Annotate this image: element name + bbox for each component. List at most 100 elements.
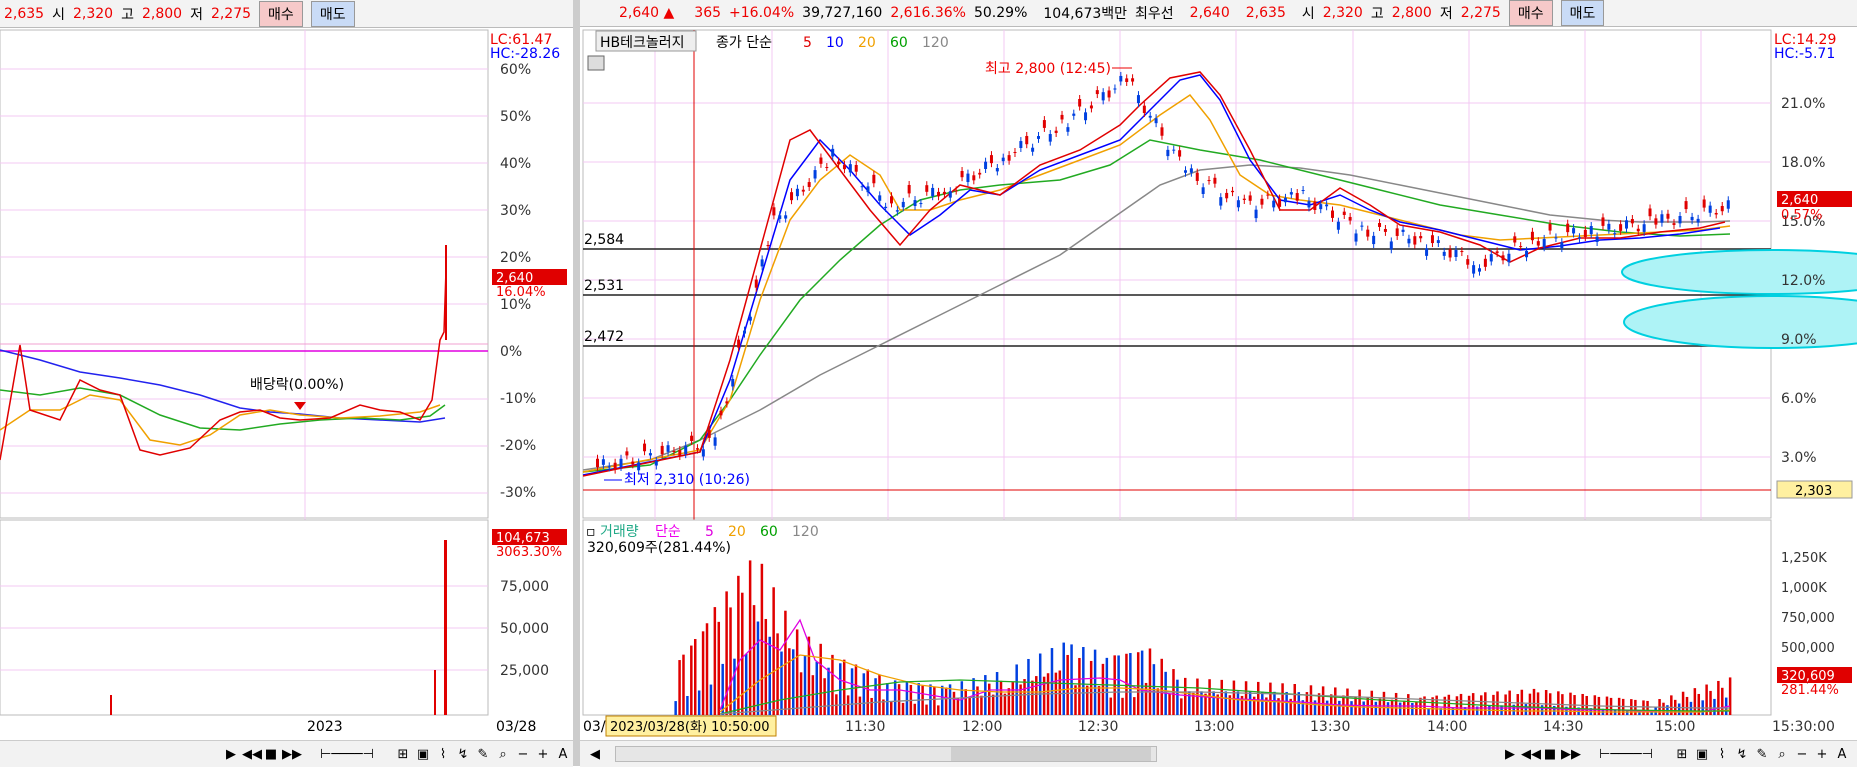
candle <box>937 191 941 197</box>
candle <box>813 170 817 179</box>
zoom-out-icon[interactable]: − <box>1793 747 1811 762</box>
window-icon[interactable]: ▣ <box>1693 747 1711 762</box>
zoom-out-icon[interactable]: − <box>514 747 532 762</box>
rewind-icon[interactable]: ◀◀ <box>1521 747 1541 762</box>
candle <box>772 207 776 216</box>
volume-bar <box>1504 694 1507 715</box>
volume-bar <box>858 696 862 715</box>
chart-type-icon[interactable]: ⌇ <box>434 747 452 762</box>
candle <box>1466 259 1470 265</box>
indicator-icon[interactable]: ↯ <box>1733 747 1751 762</box>
volume-bar <box>1121 697 1124 715</box>
volume-bar <box>901 702 905 715</box>
layout-icon[interactable]: ⊞ <box>1673 747 1691 762</box>
candle <box>960 171 964 178</box>
volume-bar <box>1144 682 1148 715</box>
volume-bar <box>1133 697 1136 715</box>
candle <box>713 437 717 446</box>
right-price-tag-text: 2,640 <box>1781 193 1818 208</box>
candle <box>601 459 605 465</box>
candle <box>1442 251 1446 256</box>
best-label: 최우선 <box>1135 6 1174 22</box>
candle <box>607 466 611 468</box>
volume-bar <box>1168 693 1171 715</box>
candle <box>1489 254 1493 262</box>
candle <box>907 184 911 194</box>
fast-forward-icon[interactable]: ▶▶ <box>282 747 302 762</box>
candle <box>825 167 829 169</box>
search-icon[interactable]: ⌕ <box>1773 747 1791 762</box>
scroll-left-icon[interactable]: ◀ <box>586 747 604 762</box>
right-volume: 39,727,160 <box>802 5 883 21</box>
right-bottom-toolbar: ◀ ▶ ◀◀ ■ ▶▶ ⊢────⊣ ⊞ ▣ ⌇ ↯ ✎ ⌕ − + A <box>580 740 1857 767</box>
candle <box>707 429 711 438</box>
search-icon[interactable]: ⌕ <box>494 747 512 762</box>
volume-bar <box>842 659 846 715</box>
stop-icon[interactable]: ■ <box>262 747 280 762</box>
volume-bar <box>803 655 807 715</box>
stop-icon[interactable]: ■ <box>1541 747 1559 762</box>
volume-title: 거래량 <box>600 524 639 540</box>
candle <box>1583 229 1587 238</box>
right-open-label: 시 <box>1301 6 1315 22</box>
chart-type-icon[interactable]: ⌇ <box>1713 747 1731 762</box>
level-label-2: 2,531 <box>584 278 624 294</box>
left-volume-tag-text: 104,673 <box>496 531 550 546</box>
candle <box>1178 150 1182 157</box>
candle <box>819 157 823 164</box>
candle <box>995 167 999 172</box>
time-tick: 14:00 <box>1427 719 1467 735</box>
volume-bar <box>897 684 901 715</box>
volume-bar <box>1232 680 1236 715</box>
candle <box>1037 136 1040 139</box>
grid-toggle-icon[interactable] <box>587 55 605 71</box>
candle <box>1513 236 1517 243</box>
zoom-in-icon[interactable]: + <box>1813 747 1831 762</box>
volume-bar <box>1484 692 1487 715</box>
scroll-right-icon[interactable]: ▶ <box>222 747 240 762</box>
candle <box>743 330 746 334</box>
indicator-icon[interactable]: ↯ <box>454 747 472 762</box>
scroll-right-icon[interactable]: ▶ <box>1501 747 1519 762</box>
candle <box>966 173 970 183</box>
volume-bar <box>1074 685 1077 715</box>
period-slider-icon[interactable]: ⊢────⊣ <box>302 747 392 762</box>
horizontal-scrollbar[interactable] <box>615 746 1157 762</box>
fast-forward-icon[interactable]: ▶▶ <box>1561 747 1581 762</box>
font-icon[interactable]: A <box>1833 747 1851 762</box>
left-volume-tick: 50,000 <box>500 621 549 637</box>
volume-bar <box>1093 649 1097 715</box>
layout-icon[interactable]: ⊞ <box>394 747 412 762</box>
candle <box>878 195 882 201</box>
candle <box>1060 114 1064 120</box>
candle <box>1472 265 1476 274</box>
level-label-1: 2,584 <box>584 232 624 248</box>
zoom-in-icon[interactable]: + <box>534 747 552 762</box>
rewind-icon[interactable]: ◀◀ <box>242 747 262 762</box>
window-icon[interactable]: ▣ <box>414 747 432 762</box>
volume-bar <box>772 587 775 715</box>
font-icon[interactable]: A <box>554 747 572 762</box>
volume-bar <box>678 660 681 715</box>
candle <box>1548 223 1552 231</box>
draw-icon[interactable]: ✎ <box>1753 747 1771 762</box>
volume-bar <box>795 629 799 715</box>
left-sell-button[interactable]: 매도 <box>310 0 355 27</box>
candle <box>1301 190 1305 192</box>
volume-bar <box>709 684 713 715</box>
left-high-label: 고 <box>121 6 134 23</box>
panel-divider[interactable] <box>573 0 580 766</box>
candle <box>1389 241 1393 250</box>
volume-bar <box>1540 705 1544 715</box>
right-sell-button[interactable]: 매도 <box>1560 0 1605 26</box>
candle <box>1336 221 1340 230</box>
right-buy-button[interactable]: 매수 <box>1508 0 1553 26</box>
volume-bar <box>1184 677 1187 715</box>
right-chart-title[interactable]: HB테크놀러지 <box>600 35 685 51</box>
left-quote-bar: 2,635 시 2,320 고 2,800 저 2,275 매수 매도 <box>0 0 573 28</box>
candle <box>1213 177 1217 184</box>
left-buy-button[interactable]: 매수 <box>259 0 303 27</box>
candle <box>1119 75 1123 82</box>
period-slider-icon[interactable]: ⊢────⊣ <box>1581 747 1671 762</box>
draw-icon[interactable]: ✎ <box>474 747 492 762</box>
